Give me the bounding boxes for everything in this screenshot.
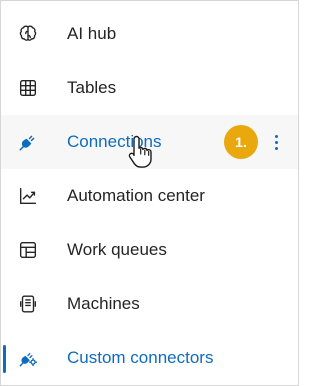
sidebar-item-label: Custom connectors — [67, 348, 214, 367]
sidebar-nav: AI hub Tables Connections 1. Automation … — [1, 7, 298, 385]
sidebar-item-label: AI hub — [67, 24, 117, 43]
sidebar-item-label: Machines — [67, 294, 140, 313]
sidebar-item-work-queues[interactable]: Work queues — [1, 223, 298, 277]
work-queue-icon — [17, 239, 39, 261]
machine-icon — [17, 293, 39, 315]
chart-line-icon — [17, 185, 39, 207]
sidebar-item-label: Work queues — [67, 240, 167, 259]
more-dot — [274, 140, 278, 144]
table-icon — [17, 77, 39, 99]
more-dot — [274, 134, 278, 138]
plug-icon — [17, 131, 39, 153]
sidebar-item-custom-connectors[interactable]: Custom connectors — [1, 331, 298, 385]
sidebar-item-ai-hub[interactable]: AI hub — [1, 7, 298, 61]
more-dot — [274, 146, 278, 150]
sidebar-item-label: Automation center — [67, 186, 205, 205]
more-options-button[interactable] — [267, 128, 285, 156]
custom-connector-icon — [17, 347, 39, 369]
sidebar-item-label: Tables — [67, 78, 117, 97]
brain-icon — [17, 23, 39, 45]
navigation-panel: AI hub Tables Connections 1. Automation … — [0, 0, 299, 386]
selected-indicator — [3, 345, 6, 373]
hand-pointer-cursor-icon — [128, 135, 152, 168]
sidebar-item-automation-center[interactable]: Automation center — [1, 169, 298, 223]
step-callout-badge: 1. — [224, 125, 258, 159]
sidebar-item-machines[interactable]: Machines — [1, 277, 298, 331]
sidebar-item-tables[interactable]: Tables — [1, 61, 298, 115]
